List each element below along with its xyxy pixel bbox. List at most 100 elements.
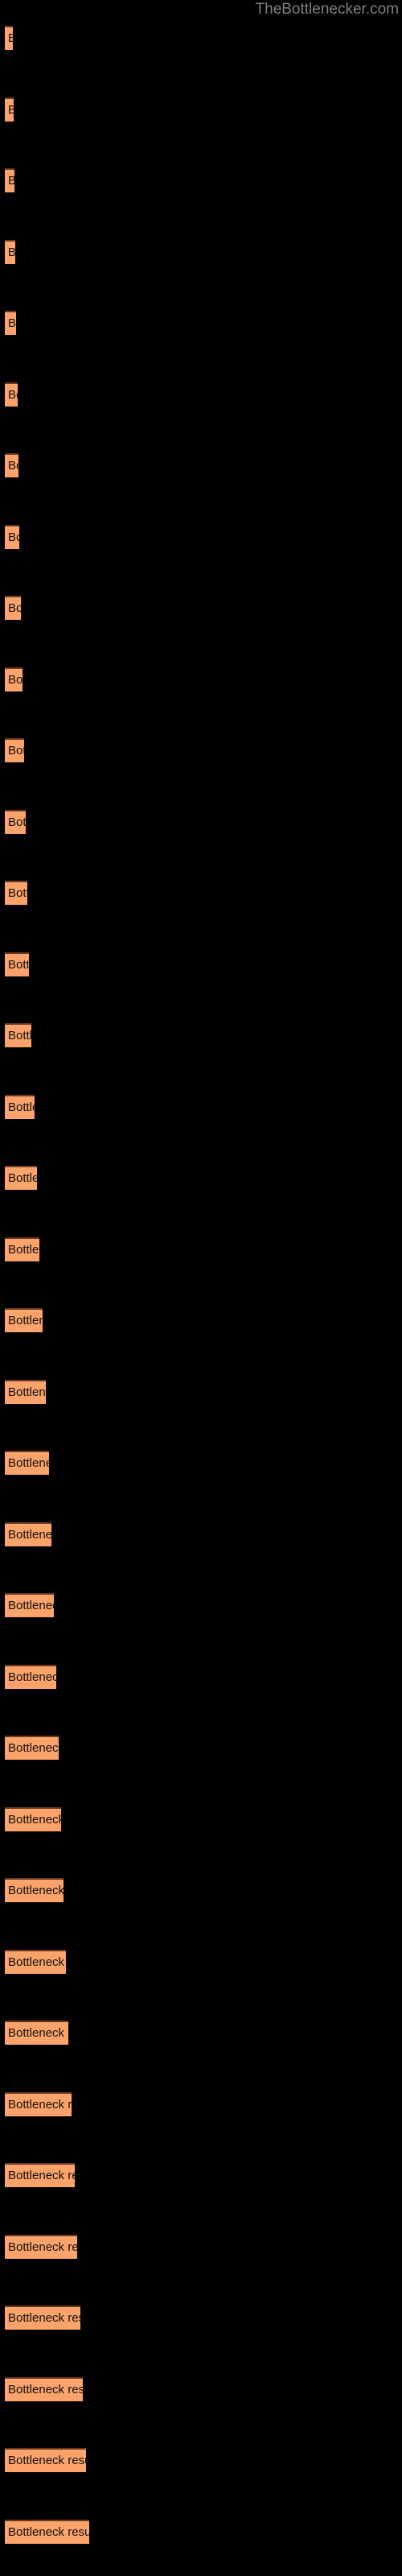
- bar-label-clip: Bottleneck result: [5, 952, 29, 976]
- bar-label-clip: Bottleneck result: [5, 1166, 37, 1190]
- bar-label: Bottleneck result: [8, 2525, 89, 2539]
- bar-row: Bottleneck result: [0, 952, 402, 976]
- bar-label-clip: Bottleneck result: [5, 1665, 56, 1689]
- bar-label: Bottleneck result: [8, 2169, 75, 2182]
- bar-label-clip: Bottleneck result: [5, 2377, 83, 2401]
- bar-label: Bottleneck result: [8, 1884, 64, 1897]
- bar-label: Bottleneck result: [8, 1599, 54, 1612]
- bar-row: Bottleneck result: [0, 881, 402, 905]
- bar-label-clip: Bottleneck result: [5, 382, 18, 407]
- bar-label-clip: Bottleneck result: [5, 1522, 51, 1546]
- bar-label: Bottleneck result: [8, 1741, 59, 1755]
- bar-row: Bottleneck result: [0, 2092, 402, 2116]
- bar-label-clip: Bottleneck result: [5, 2448, 86, 2472]
- bar-label-clip: Bottleneck result: [5, 1807, 61, 1831]
- bar-row: Bottleneck result: [0, 1950, 402, 1974]
- bar-label-clip: Bottleneck result: [5, 596, 21, 620]
- bar-label: Bottleneck result: [8, 459, 18, 473]
- bar-row: Bottleneck result: [0, 1451, 402, 1475]
- bar-label-clip: Bottleneck result: [5, 667, 23, 691]
- bar-label-clip: Bottleneck result: [5, 2092, 72, 2116]
- bar-label-clip: Bottleneck result: [5, 168, 14, 192]
- bar-row: Bottleneck result: [0, 2520, 402, 2544]
- bar-row: Bottleneck result: [0, 1593, 402, 1617]
- bar-label: Bottleneck result: [8, 31, 13, 45]
- bar-row: Bottleneck result: [0, 1665, 402, 1689]
- bar-label: Bottleneck result: [8, 2098, 72, 2112]
- bar-label: Bottleneck result: [8, 744, 24, 758]
- bar-label: Bottleneck result: [8, 388, 18, 402]
- bar-label: Bottleneck result: [8, 1243, 39, 1257]
- bar-label: Bottleneck result: [8, 1385, 46, 1399]
- bar-row: Bottleneck result: [0, 382, 402, 407]
- bar-row: Bottleneck result: [0, 26, 402, 50]
- bar-label: Bottleneck result: [8, 2026, 68, 2040]
- bar-label-clip: Bottleneck result: [5, 2520, 89, 2544]
- bar-label-clip: Bottleneck result: [5, 1308, 43, 1332]
- bar-label: Bottleneck result: [8, 1456, 49, 1470]
- bar-label: Bottleneck result: [8, 2383, 83, 2396]
- bar-row: Bottleneck result: [0, 2448, 402, 2472]
- bar-label-clip: Bottleneck result: [5, 1950, 66, 1974]
- bar-label: Bottleneck result: [8, 2311, 80, 2325]
- bar-row: Bottleneck result: [0, 596, 402, 620]
- bar-row: Bottleneck result: [0, 1023, 402, 1047]
- bar-label: Bottleneck result: [8, 886, 27, 900]
- bottleneck-bar-chart: Bottleneck result Bottleneck result Bottle…: [0, 0, 402, 2576]
- bar-label: Bottleneck result: [8, 1670, 56, 1684]
- bar-label: Bottleneck result: [8, 1171, 37, 1185]
- bar-label: Bottleneck result: [8, 1528, 51, 1542]
- bar-label: Bottleneck result: [8, 103, 14, 117]
- bar-row: Bottleneck result: [0, 453, 402, 477]
- bar-row: Bottleneck result: [0, 240, 402, 264]
- bar-label-clip: Bottleneck result: [5, 1023, 31, 1047]
- bar-label-clip: Bottleneck result: [5, 881, 27, 905]
- bar-row: Bottleneck result: [0, 1878, 402, 1902]
- bar-row: Bottleneck result: [0, 168, 402, 192]
- bar-label-clip: Bottleneck result: [5, 240, 15, 264]
- bar-label-clip: Bottleneck result: [5, 2235, 77, 2259]
- bar-label-clip: Bottleneck result: [5, 97, 14, 122]
- bar-label: Bottleneck result: [8, 1955, 66, 1969]
- bar-row: Bottleneck result: [0, 1308, 402, 1332]
- bar-label: Bottleneck result: [8, 174, 14, 188]
- bar-label-clip: Bottleneck result: [5, 1451, 49, 1475]
- bar-label: Bottleneck result: [8, 246, 15, 259]
- bar-label: Bottleneck result: [8, 815, 26, 829]
- bar-label-clip: Bottleneck result: [5, 1878, 64, 1902]
- bar-label: Bottleneck result: [8, 316, 16, 330]
- bar-label-clip: Bottleneck result: [5, 2163, 75, 2187]
- bar-label: Bottleneck result: [8, 1100, 35, 1114]
- bar-label-clip: Bottleneck result: [5, 1095, 35, 1119]
- bar-row: Bottleneck result: [0, 1095, 402, 1119]
- bar-label: Bottleneck result: [8, 2240, 77, 2254]
- bar-row: Bottleneck result: [0, 738, 402, 762]
- bar-row: Bottleneck result: [0, 1237, 402, 1261]
- bar-row: Bottleneck result: [0, 525, 402, 549]
- bar-row: Bottleneck result: [0, 2377, 402, 2401]
- bar-label-clip: Bottleneck result: [5, 311, 16, 335]
- bar-row: Bottleneck result: [0, 2163, 402, 2187]
- bar-label-clip: Bottleneck result: [5, 1380, 46, 1404]
- bar-row: Bottleneck result: [0, 1736, 402, 1760]
- bar-row: Bottleneck result: [0, 810, 402, 834]
- bar-row: Bottleneck result: [0, 1522, 402, 1546]
- bar-row: Bottleneck result: [0, 1166, 402, 1190]
- bar-row: Bottleneck result: [0, 2235, 402, 2259]
- bar-row: Bottleneck result: [0, 1380, 402, 1404]
- bar-label-clip: Bottleneck result: [5, 1593, 54, 1617]
- bar-label-clip: Bottleneck result: [5, 738, 24, 762]
- bar-row: Bottleneck result: [0, 2306, 402, 2330]
- bar-label-clip: Bottleneck result: [5, 810, 26, 834]
- bar-row: Bottleneck result: [0, 97, 402, 122]
- bar-label-clip: Bottleneck result: [5, 1736, 59, 1760]
- bar-label: Bottleneck result: [8, 601, 21, 615]
- bar-label: Bottleneck result: [8, 673, 23, 687]
- bar-label: Bottleneck result: [8, 1029, 31, 1042]
- bar-label-clip: Bottleneck result: [5, 453, 18, 477]
- bar-label-clip: Bottleneck result: [5, 2021, 68, 2045]
- bar-row: Bottleneck result: [0, 311, 402, 335]
- bar-label-clip: Bottleneck result: [5, 1237, 39, 1261]
- bar-label: Bottleneck result: [8, 2454, 86, 2467]
- bar-row: Bottleneck result: [0, 1807, 402, 1831]
